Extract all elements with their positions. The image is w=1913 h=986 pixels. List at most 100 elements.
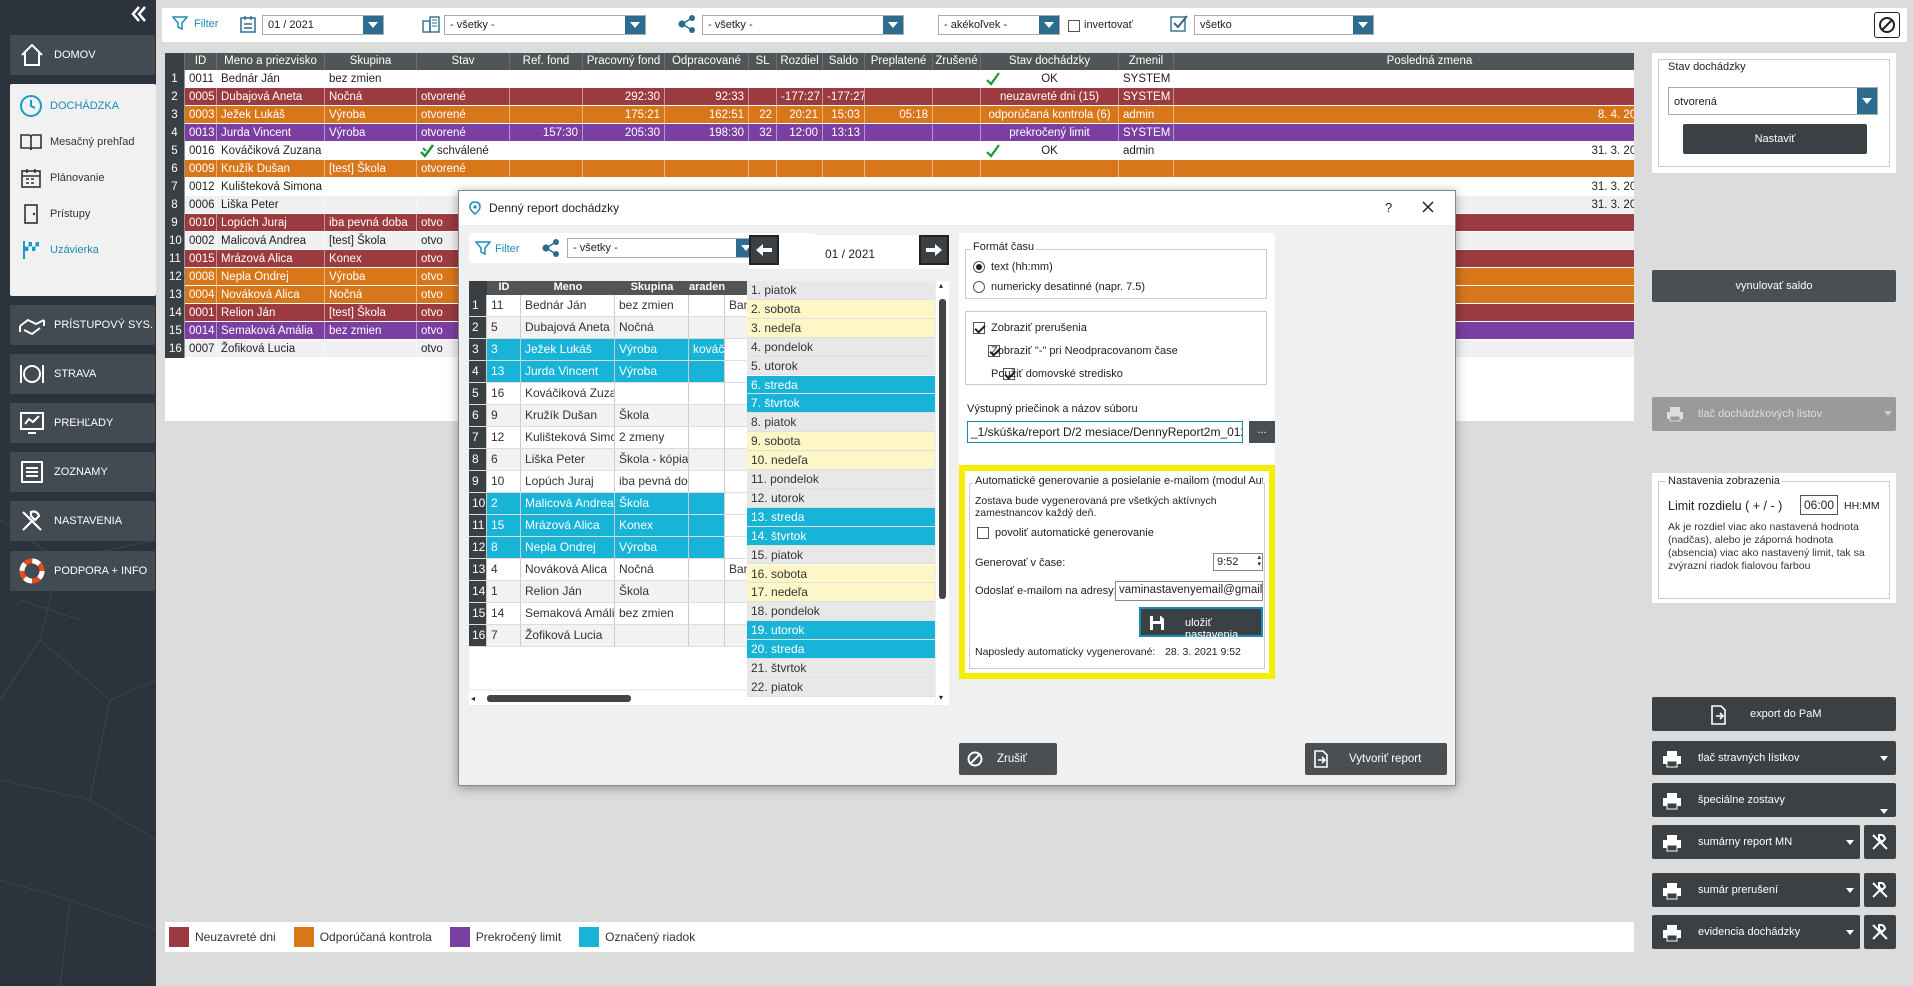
column-header[interactable]: Stav dochádzky xyxy=(981,53,1119,70)
prev-month-button[interactable] xyxy=(749,235,779,265)
column-header[interactable]: Odpracované xyxy=(665,53,749,70)
create-report-button[interactable]: Vytvoriť report xyxy=(1305,743,1447,775)
period-select[interactable]: 01 / 2021 xyxy=(262,15,384,35)
sumarny-report-button[interactable]: sumárny report MN xyxy=(1652,825,1860,859)
day-item[interactable]: 13. streda xyxy=(747,507,935,527)
tlac-listov-button[interactable]: tlač dochádzkových listov xyxy=(1652,397,1896,431)
nav-zoznamy[interactable]: ZOZNAMY xyxy=(10,452,155,492)
save-settings-button[interactable]: uložiť nastavenia xyxy=(1139,607,1263,641)
filter-icon[interactable] xyxy=(172,15,188,31)
day-item[interactable]: 3. nedeľa xyxy=(747,318,935,338)
output-path-input[interactable]: _1/skúška/report D/2 mesiace/DennyReport… xyxy=(967,421,1243,443)
day-item[interactable]: 22. piatok xyxy=(747,677,935,697)
column-header[interactable]: Rozdiel xyxy=(777,53,823,70)
filter-label[interactable]: Filter xyxy=(495,243,519,255)
invert-checkbox[interactable] xyxy=(1068,20,1080,33)
nav-dochadzka[interactable]: DOCHÁDZKA xyxy=(10,88,156,124)
next-month-button[interactable] xyxy=(919,235,949,265)
time-input[interactable]: 9:52 ▴ ▾ xyxy=(1213,553,1263,571)
day-item[interactable]: 6. streda xyxy=(747,375,935,395)
column-header[interactable]: Posledná zmena xyxy=(1174,53,1634,70)
column-header[interactable]: Saldo xyxy=(823,53,865,70)
sumar-preruseni-button[interactable]: sumár prerušení xyxy=(1652,873,1860,907)
column-header[interactable]: Stav xyxy=(417,53,510,70)
specialne-zostavy-button[interactable]: špeciálne zostavy xyxy=(1652,783,1896,817)
any-select[interactable]: - akékoľvek - xyxy=(938,15,1060,35)
days-vscroll[interactable]: ▴ ▾ xyxy=(935,281,949,705)
day-item[interactable]: 9. sobota xyxy=(747,432,935,452)
nav-domov[interactable]: DOMOV xyxy=(10,35,155,75)
column-header[interactable]: Pracovný fond xyxy=(583,53,665,70)
evidencia-settings-button[interactable] xyxy=(1864,915,1896,949)
email-input[interactable]: vaminastavenyemail@gmail.com, da xyxy=(1115,581,1263,601)
show-interruptions-checkbox[interactable] xyxy=(973,322,985,335)
column-header[interactable]: Meno a priezvisko xyxy=(217,53,325,70)
evidencia-dochadzky-button[interactable]: evidencia dochádzky xyxy=(1652,915,1860,949)
day-item[interactable]: 2. sobota xyxy=(747,299,935,319)
day-item[interactable]: 18. pondelok xyxy=(747,602,935,622)
table-row[interactable]: 4 0013 Jurda Vincent Výroba otvorené 157:30 20… xyxy=(165,124,1634,142)
day-item[interactable]: 11. pondelok xyxy=(747,470,935,489)
day-item[interactable]: 7. štvrtok xyxy=(747,394,935,414)
column-header[interactable]: SL xyxy=(749,53,777,70)
filter-label[interactable]: Filter xyxy=(194,18,218,30)
table-row[interactable]: 3 0003 Ježek Lukáš Výroba otvorené 175:21 162:… xyxy=(165,106,1634,124)
nav-pristupy[interactable]: Prístupy xyxy=(10,196,156,232)
enable-auto-checkbox[interactable] xyxy=(977,527,989,540)
column-header[interactable]: Zmenil xyxy=(1119,53,1174,70)
column-header[interactable]: Skupina xyxy=(325,53,417,70)
table-row[interactable]: 2 0005 Dubajová Aneta Nočná otvorené 292:30 92… xyxy=(165,88,1634,106)
row-number-header[interactable] xyxy=(165,53,185,70)
day-item[interactable]: 10. nedeľa xyxy=(747,451,935,470)
dialog-group-select[interactable]: - všetky - xyxy=(567,238,757,258)
tlac-stravnych-listkov-button[interactable]: tlač stravných lístkov xyxy=(1652,741,1896,775)
browse-button[interactable]: ... xyxy=(1249,421,1275,443)
scroll-thumb[interactable] xyxy=(939,299,946,599)
format-numeric-radio[interactable] xyxy=(973,281,985,293)
table-row[interactable]: 1 0011 Bednár Ján bez zmien OK SYSTEM xyxy=(165,70,1634,88)
sumarny-report-settings-button[interactable] xyxy=(1864,825,1896,859)
day-item[interactable]: 1. piatok xyxy=(747,281,935,300)
collapse-sidebar-icon[interactable] xyxy=(128,4,148,24)
format-text-radio[interactable] xyxy=(973,261,985,273)
arrow-up-icon[interactable]: ▴ xyxy=(939,281,943,290)
day-item[interactable]: 4. pondelok xyxy=(747,337,935,357)
state-select[interactable]: všetko xyxy=(1194,15,1374,35)
column-header[interactable]: ID xyxy=(185,53,217,70)
nav-nastavenia[interactable]: NASTAVENIA xyxy=(10,501,155,541)
nav-prehlady[interactable]: PREHĽADY xyxy=(10,403,155,443)
nav-planovanie[interactable]: Plánovanie xyxy=(10,160,156,196)
day-item[interactable]: 14. štvrtok xyxy=(747,526,935,546)
nav-pristupovy-sys[interactable]: PRÍSTUPOVÝ SYS. xyxy=(10,305,155,345)
spinner-icon[interactable]: ▴ ▾ xyxy=(1257,554,1261,568)
column-header[interactable]: Zrušené xyxy=(933,53,981,70)
clear-filter-button[interactable] xyxy=(1874,12,1900,38)
filter-icon[interactable] xyxy=(475,240,491,256)
export-pam-button[interactable]: export do PaM xyxy=(1652,697,1896,731)
sumar-preruseni-settings-button[interactable] xyxy=(1864,873,1896,907)
help-button[interactable]: ? xyxy=(1385,200,1392,215)
cancel-button[interactable]: Zrušiť xyxy=(959,743,1057,775)
nastavit-button[interactable]: Nastaviť xyxy=(1683,124,1867,154)
column-header[interactable]: Ref. fond xyxy=(510,53,583,70)
close-icon[interactable] xyxy=(1421,200,1435,214)
table-row[interactable]: 6 0009 Kružík Dušan [test] Škola otvorené xyxy=(165,160,1634,178)
nav-uzavierka[interactable]: Uzávierka xyxy=(10,232,156,268)
nav-mesacny-prehlad[interactable]: Mesačný prehľad xyxy=(10,124,156,160)
stav-select[interactable]: otvorená xyxy=(1668,87,1878,115)
day-item[interactable]: 5. utorok xyxy=(747,356,935,376)
arrow-left-icon[interactable]: ◂ xyxy=(471,694,475,703)
arrow-down-icon[interactable]: ▾ xyxy=(939,693,943,702)
limit-input[interactable]: 06:00 xyxy=(1800,495,1838,515)
table-row[interactable]: 5 0016 Kováčiková Zuzana schválené OK admin 31… xyxy=(165,142,1634,160)
day-item[interactable]: 20. streda xyxy=(747,640,935,659)
day-item[interactable]: 19. utorok xyxy=(747,621,935,641)
group-select[interactable]: - všetky - xyxy=(702,15,904,35)
department-select[interactable]: - všetky - xyxy=(444,15,646,35)
day-item[interactable]: 17. nedeľa xyxy=(747,583,935,603)
column-header[interactable]: Preplatené xyxy=(865,53,933,70)
day-item[interactable]: 8. piatok xyxy=(747,413,935,433)
day-item[interactable]: 15. piatok xyxy=(747,545,935,565)
day-item[interactable]: 12. utorok xyxy=(747,488,935,508)
nav-strava[interactable]: STRAVA xyxy=(10,354,155,394)
